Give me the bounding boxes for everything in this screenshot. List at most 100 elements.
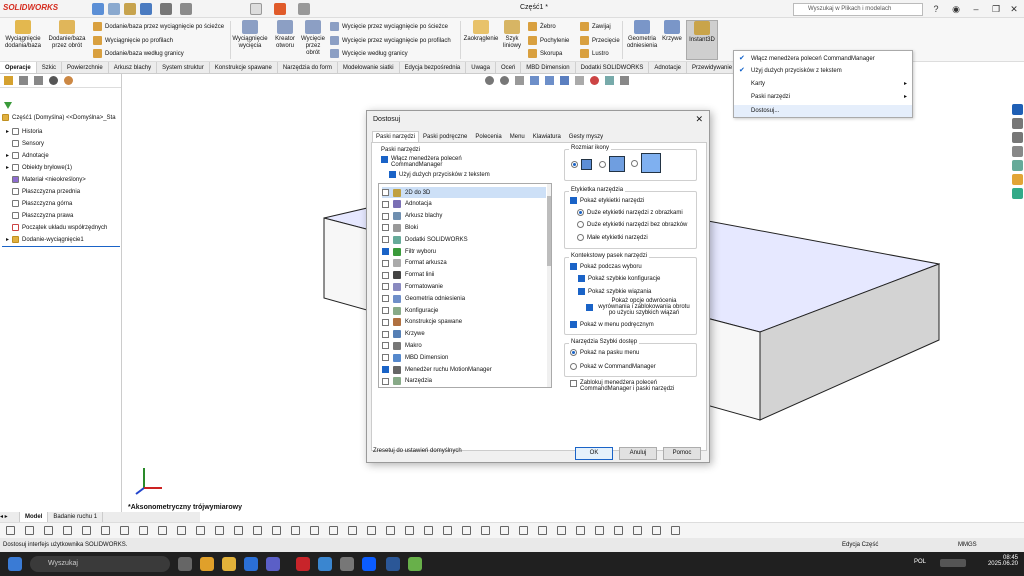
rollback-bar[interactable] [2, 246, 120, 247]
sketch-tool-icon[interactable] [215, 526, 224, 535]
display-manager-icon[interactable] [64, 76, 73, 85]
checkbox[interactable] [382, 330, 389, 338]
sketch-tool-icon[interactable] [6, 526, 15, 535]
sketch-tool-icon[interactable] [652, 526, 661, 535]
mirror-button[interactable]: Lustro [580, 49, 609, 58]
toolbar-list-item[interactable]: Menedżer ruchu MotionManager [382, 364, 492, 375]
wrap-button[interactable]: Zawijaj [580, 22, 611, 31]
sketch-tool-icon[interactable] [576, 526, 585, 535]
sketch-tool-icon[interactable] [158, 526, 167, 535]
view-settings-icon[interactable] [620, 76, 629, 85]
checkbox[interactable] [382, 200, 389, 208]
design-library-icon[interactable] [1012, 118, 1023, 129]
icon-size-medium[interactable] [599, 156, 625, 172]
solidworks-taskbar-icon[interactable] [296, 557, 310, 571]
sketch-tool-icon[interactable] [25, 526, 34, 535]
tree-item-solid-bodies[interactable]: ▸ Obiekty bryłowe(1) [6, 164, 72, 171]
status-units[interactable]: MMGS [958, 538, 977, 552]
toolbar-list-item[interactable]: Arkusz blachy [382, 211, 442, 222]
tree-item-annotations[interactable]: ▸ Adnotacje [6, 152, 49, 159]
toolbar-list-item[interactable]: Geometria odniesienia [382, 293, 465, 304]
curves-button[interactable]: Krzywe [660, 20, 684, 43]
tab-modelowanie-siatki[interactable]: Modelowanie siatki [338, 62, 400, 73]
file-explorer-taskbar-icon[interactable] [222, 557, 236, 571]
tree-item-origin[interactable]: Początek układu współrzędnych [12, 224, 107, 231]
boundary-cut-button[interactable]: Wycięcie według granicy [330, 49, 408, 58]
sketch-tool-icon[interactable] [462, 526, 471, 535]
loft-boss-button[interactable]: Wyciągnięcie po profilach [93, 36, 173, 45]
sketch-tool-icon[interactable] [386, 526, 395, 535]
checkbox[interactable] [382, 212, 389, 220]
checkbox[interactable] [382, 259, 389, 267]
print-icon[interactable] [160, 3, 172, 15]
tree-item-front-plane[interactable]: Płaszczyzna przednia [12, 188, 80, 195]
view-palette-icon[interactable] [1012, 146, 1023, 157]
sketch-tool-icon[interactable] [405, 526, 414, 535]
menu-item-enable-cm[interactable]: ✔ Włącz menedżera poleceń CommandManager [734, 53, 912, 65]
sketch-tool-icon[interactable] [633, 526, 642, 535]
checkbox[interactable] [382, 377, 389, 385]
dimxpert-icon[interactable] [49, 76, 58, 85]
sweep-boss-button[interactable]: Dodanie/baza przez wyciągnięcie po ścież… [93, 22, 224, 31]
checkbox[interactable] [382, 366, 389, 373]
close-icon[interactable]: ✕ [695, 114, 703, 125]
scene-icon[interactable] [605, 76, 614, 85]
app-icon[interactable] [318, 557, 332, 571]
sketch-tool-icon[interactable] [443, 526, 452, 535]
section-view-icon[interactable] [530, 76, 539, 85]
show-tooltips-checkbox[interactable]: Pokaż etykietki narzędzi [570, 197, 644, 204]
lock-cm-checkbox[interactable]: Zablokuj menedżera poleceń CommandManage… [570, 380, 698, 392]
home-icon[interactable] [92, 3, 104, 15]
tab-motion-study[interactable]: Badanie ruchu 1 [48, 512, 104, 522]
tree-item-material[interactable]: Materiał <nieokreślony> [12, 176, 86, 183]
settings-icon[interactable] [340, 557, 354, 571]
sketch-tool-icon[interactable] [519, 526, 528, 535]
toolbar-list-item[interactable]: Bloki [382, 222, 418, 233]
checkbox[interactable] [382, 307, 389, 314]
tab-powierzchnie[interactable]: Powierzchnie [62, 62, 109, 73]
reset-button[interactable]: Zresetuj do ustawień domyślnych [373, 448, 462, 454]
app-2-icon[interactable] [408, 557, 422, 571]
select-icon[interactable] [250, 3, 262, 15]
toolbar-list-item[interactable]: 2D do 3D [382, 187, 546, 198]
enable-cm-checkbox[interactable]: Włącz menedżera poleceń CommandManager [381, 156, 471, 168]
zoom-area-icon[interactable] [500, 76, 509, 85]
toolbar-list-item[interactable]: Krzywe [382, 329, 425, 340]
checkbox[interactable] [382, 271, 389, 279]
edge-icon[interactable] [244, 557, 258, 571]
zoom-fit-icon[interactable] [485, 76, 494, 85]
tab-przewidywanie[interactable]: Przewidywanie [687, 62, 739, 73]
sketch-tool-icon[interactable] [329, 526, 338, 535]
sketch-tool-icon[interactable] [82, 526, 91, 535]
instant3d-button[interactable]: Instant3D [686, 20, 718, 60]
checkbox[interactable] [382, 318, 389, 326]
tab-operacje[interactable]: Operacje [0, 62, 37, 73]
toolbar-list-item[interactable]: Filtr wyboru [382, 246, 436, 257]
sketch-tool-icon[interactable] [196, 526, 205, 535]
tab-arkusz-blachy[interactable]: Arkusz blachy [109, 62, 158, 73]
checkbox[interactable] [382, 283, 389, 291]
tree-item-sensors[interactable]: Sensory [12, 140, 44, 147]
sketch-tool-icon[interactable] [177, 526, 186, 535]
loft-cut-button[interactable]: Wycięcie przez wyciągnięcie po profilach [330, 36, 451, 45]
sweep-cut-button[interactable]: Wycięcie przez wyciągnięcie po ścieżce [330, 22, 448, 31]
sketch-tool-icon[interactable] [481, 526, 490, 535]
sketch-tool-icon[interactable] [424, 526, 433, 535]
extrude-boss-button[interactable]: Wyciągnięcie dodania/baza [2, 20, 44, 50]
restore-icon[interactable]: ❐ [990, 3, 1002, 15]
chrome-icon[interactable] [200, 557, 214, 571]
forum-icon[interactable] [1012, 188, 1023, 199]
tree-item-history[interactable]: ▸ Historia [6, 128, 42, 135]
align-options-checkbox[interactable]: Pokaż opcje odwrócenia wyrównania i zabl… [586, 298, 692, 316]
checkbox[interactable] [382, 248, 389, 255]
solidworks-resources-icon[interactable] [1012, 104, 1023, 115]
word-icon[interactable] [386, 557, 400, 571]
large-tips-noimg-radio[interactable]: Duże etykietki narzędzi bez obrazków [577, 221, 687, 228]
large-buttons-checkbox[interactable]: Użyj dużych przycisków z tekstem [389, 171, 490, 178]
checkbox[interactable] [382, 354, 389, 362]
tree-item-top-plane[interactable]: Płaszczyzna górna [12, 200, 72, 207]
tab-narzedzia-do-form[interactable]: Narzędzia do form [278, 62, 338, 73]
icon-size-small[interactable] [571, 159, 592, 170]
tab-ocen[interactable]: Oceń [496, 62, 522, 73]
show-in-menu-checkbox[interactable]: Pokaż w menu podręcznym [570, 321, 654, 328]
